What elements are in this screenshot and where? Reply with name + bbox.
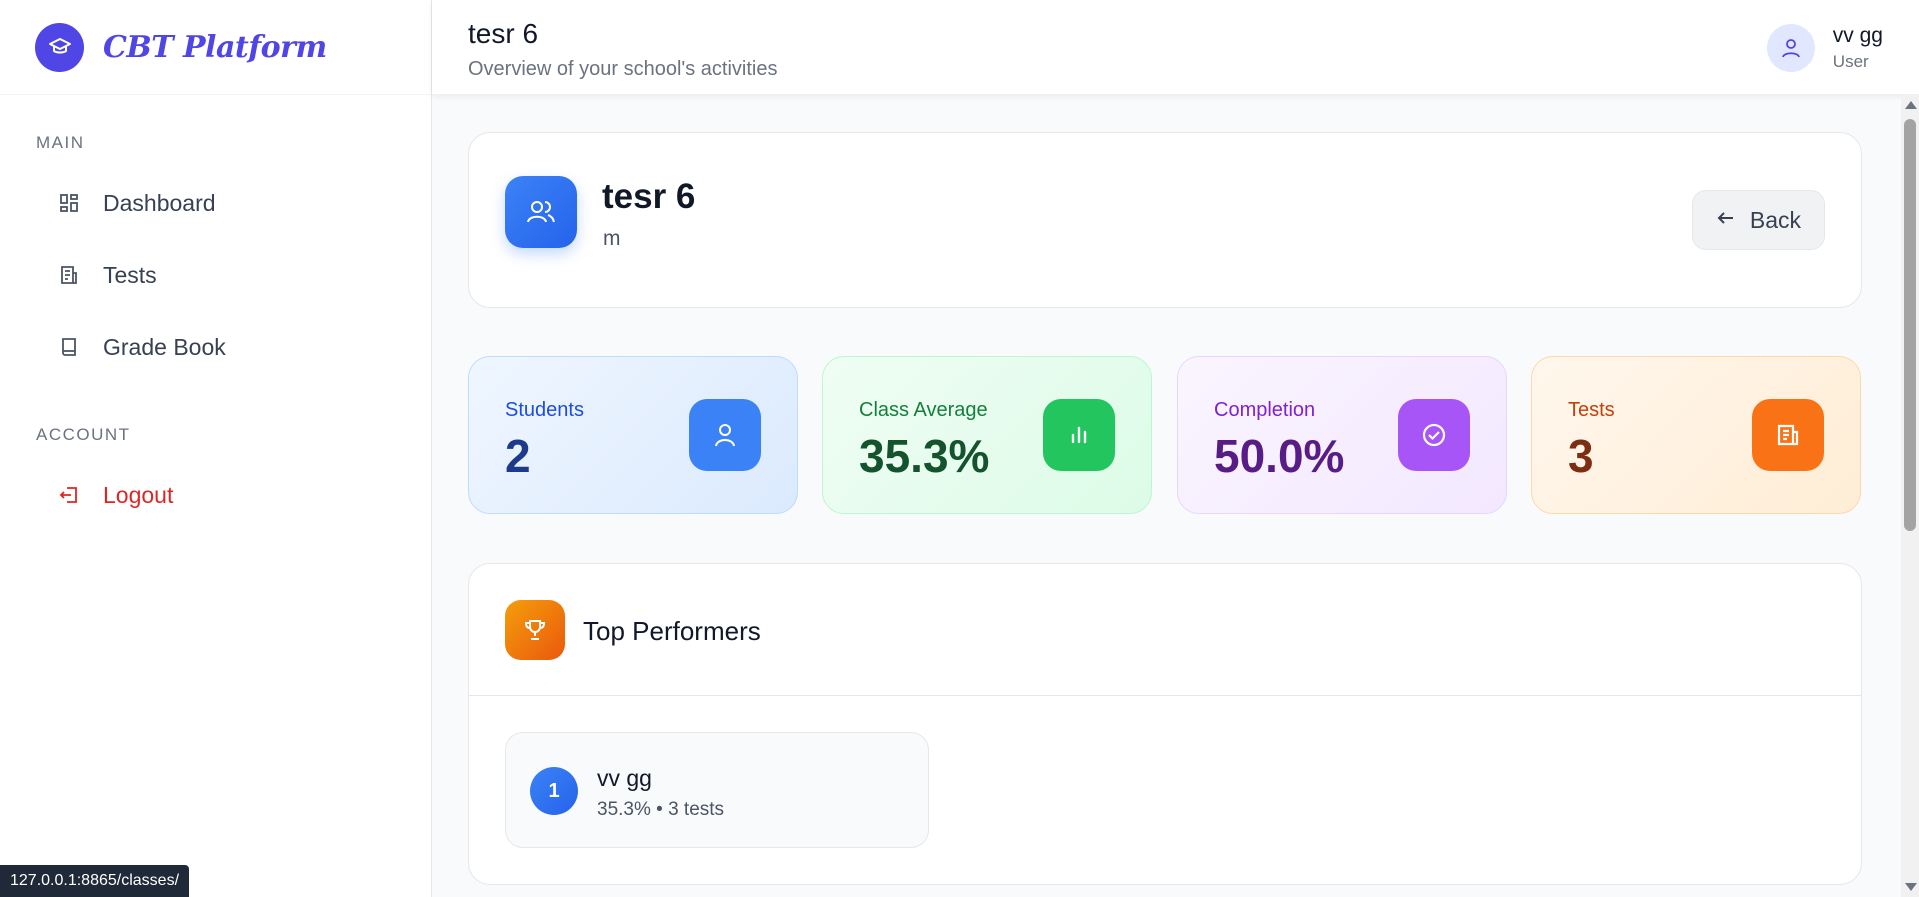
stat-value: 3: [1568, 430, 1594, 482]
check-circle-icon: [1398, 399, 1470, 471]
rank-badge: 1: [530, 767, 578, 815]
page-subtitle: Overview of your school's activities: [468, 58, 778, 80]
user-menu[interactable]: vv gg User: [1766, 24, 1883, 72]
brand[interactable]: CBT Platform: [0, 0, 431, 95]
users-icon: [505, 176, 577, 248]
stat-label: Students: [505, 399, 584, 421]
stat-value: 50.0%: [1214, 430, 1345, 482]
sidebar-item-label: Logout: [103, 481, 174, 508]
page-title: tesr 6: [468, 18, 539, 49]
stat-label: Tests: [1568, 399, 1615, 421]
stat-card-tests: Tests 3: [1531, 356, 1861, 514]
stat-card-completion: Completion 50.0%: [1177, 356, 1507, 514]
user-icon: [689, 399, 761, 471]
sidebar-item-logout[interactable]: Logout: [0, 467, 411, 523]
stat-label: Class Average: [859, 399, 988, 421]
section-label-main: MAIN: [36, 133, 85, 152]
class-header-card: tesr 6 m Back: [468, 132, 1862, 308]
trophy-icon: [505, 600, 565, 660]
sidebar-item-label: Grade Book: [103, 333, 226, 360]
top-header: tesr 6 Overview of your school's activit…: [432, 0, 1919, 95]
grid-icon: [58, 192, 80, 214]
scroll-thumb[interactable]: [1904, 119, 1916, 531]
class-subtitle: m: [603, 227, 621, 250]
back-button-label: Back: [1749, 206, 1802, 233]
scrollbar[interactable]: [1901, 95, 1919, 897]
back-button[interactable]: Back: [1692, 190, 1825, 250]
user-name: vv gg: [1832, 24, 1883, 47]
stat-card-students: Students 2: [468, 356, 798, 514]
class-title: tesr 6: [602, 177, 696, 216]
sidebar-item-tests[interactable]: Tests: [0, 247, 411, 303]
stat-value: 35.3%: [859, 430, 990, 482]
sidebar: CBT Platform MAIN Dashboard Tests Grade …: [0, 0, 432, 897]
book-icon: [58, 336, 80, 358]
stat-value: 2: [505, 430, 531, 482]
avatar: [1766, 24, 1815, 72]
sidebar-item-dashboard[interactable]: Dashboard: [0, 175, 411, 231]
top-performers-title: Top Performers: [583, 616, 761, 646]
graduation-cap-icon: [35, 22, 84, 72]
list-item[interactable]: 1 vv gg 35.3% • 3 tests: [505, 732, 929, 848]
section-label-account: ACCOUNT: [36, 425, 131, 444]
brand-name: CBT Platform: [103, 29, 327, 65]
scroll-up-icon[interactable]: [1905, 101, 1917, 109]
document-icon: [1752, 399, 1824, 471]
performer-name: vv gg: [597, 765, 652, 791]
bar-chart-icon: [1043, 399, 1115, 471]
scroll-down-icon[interactable]: [1905, 883, 1917, 891]
user-role: User: [1832, 52, 1869, 71]
sidebar-item-grade-book[interactable]: Grade Book: [0, 319, 411, 375]
stat-label: Completion: [1214, 399, 1316, 421]
performer-meta: 35.3% • 3 tests: [597, 799, 725, 820]
logout-icon: [58, 484, 80, 506]
sidebar-item-label: Dashboard: [103, 189, 216, 216]
top-performers-header: Top Performers: [469, 564, 1861, 696]
document-icon: [58, 264, 80, 286]
arrow-left-icon: [1716, 208, 1736, 233]
link-preview-status: 127.0.0.1:8865/classes/: [0, 865, 190, 897]
top-performers-card: Top Performers 1 vv gg 35.3% • 3 tests: [468, 563, 1862, 885]
sidebar-item-label: Tests: [103, 261, 157, 288]
stat-card-class-average: Class Average 35.3%: [822, 356, 1152, 514]
